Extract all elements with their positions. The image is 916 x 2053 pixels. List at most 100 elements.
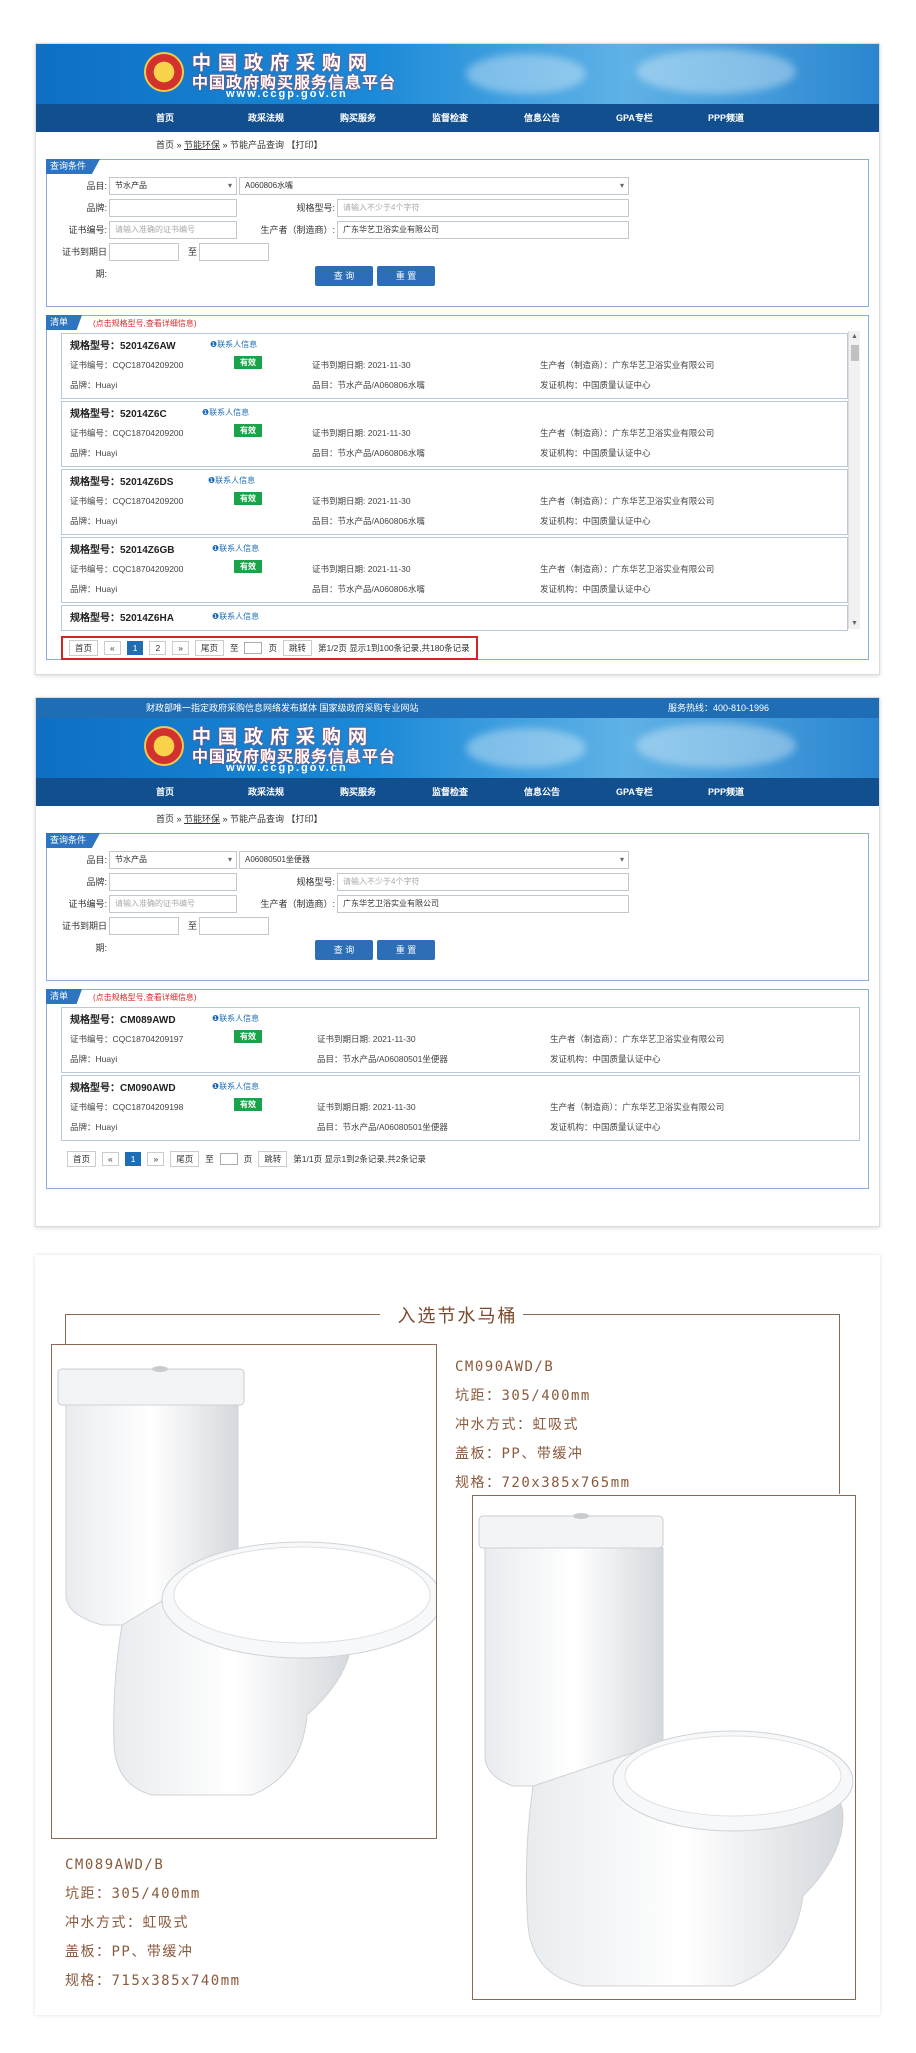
model-input[interactable]: 请输入不少于4个字符 [337,873,629,891]
nav-announcements[interactable]: 信息公告 [524,778,616,806]
item-model-link[interactable]: 规格型号：52014Z6HA [70,609,174,624]
scroll-down-icon[interactable]: ▼ [851,620,858,627]
pagination: 首页 « 1 » 尾页 至 页 跳转 第1/1页 显示1到2条记录,共2条记录 [61,1147,432,1171]
nav-services[interactable]: 购买服务 [340,104,432,132]
expire-from-input[interactable] [109,243,179,261]
search-button[interactable]: 查 询 [315,266,373,286]
contact-link[interactable]: ❶联系人信息 [210,339,257,350]
expire-from-input[interactable] [109,917,179,935]
nav-gpa[interactable]: GPA专栏 [616,778,708,806]
item-model-link[interactable]: 规格型号：52014Z6GB [70,541,174,556]
category-select[interactable]: 节水产品 [109,851,237,869]
expire-date: 证书到期日期: 2021-11-30 [317,1034,416,1044]
contact-link[interactable]: ❶联系人信息 [212,611,259,622]
reset-button[interactable]: 重 置 [377,940,435,960]
breadcrumb: 首页 » 节能环保 » 节能产品查询 【打印】 [36,132,879,159]
frame-right-rule [839,1314,840,1494]
maker-input[interactable]: 广东华艺卫浴实业有限公司 [337,895,629,913]
goto-pre: 至 [205,1154,214,1164]
brand-input[interactable] [109,199,237,217]
page-last[interactable]: 尾页 [170,1151,200,1167]
spec-cover: 盖板：PP、带缓冲 [455,1446,584,1462]
nav-ppp[interactable]: PPP频道 [708,778,800,806]
page-prev[interactable]: « [102,1152,119,1166]
cert-input[interactable]: 请输入准确的证书编号 [109,895,237,913]
item-model-link[interactable]: 规格型号：52014Z6C [70,405,167,420]
category-select[interactable]: 节水产品 [109,177,237,195]
subcategory-select[interactable]: A060806水嘴 [239,177,629,195]
expire-date: 证书到期日期: 2021-11-30 [312,496,411,506]
nav-home[interactable]: 首页 [156,778,248,806]
contact-link[interactable]: ❶联系人信息 [212,1081,259,1092]
page-next[interactable]: » [172,641,189,655]
expire-label: 证书到期日 [61,247,107,257]
contact-link[interactable]: ❶联系人信息 [212,1013,259,1024]
page-2[interactable]: 2 [149,641,167,655]
category-label: 品目: [86,855,107,865]
maker-label: 生产者（制造商）: [260,899,335,909]
crumb-link[interactable]: 节能环保 [184,140,220,150]
nav-services[interactable]: 购买服务 [340,778,432,806]
contact-link[interactable]: ❶联系人信息 [208,475,255,486]
cert-label: 证书编号: [68,899,107,909]
query-panel: 查询条件 品目: 节水产品 A06080501坐便器 品牌: 规格型号: 请输入… [46,833,869,981]
nav-gpa[interactable]: GPA专栏 [616,104,708,132]
crumb-link[interactable]: 节能环保 [184,814,220,824]
brand: 品牌：Huayi [70,1122,118,1132]
expire-to-input[interactable] [199,917,269,935]
nav-announcements[interactable]: 信息公告 [524,104,616,132]
item-model-link[interactable]: 规格型号：52014Z6AW [70,337,176,352]
item-model-link[interactable]: 规格型号：52014Z6DS [70,473,173,488]
scroll-up-icon[interactable]: ▲ [851,333,858,340]
crumb-home[interactable]: 首页 [156,140,174,150]
page-prev[interactable]: « [104,641,121,655]
list-scrollbar[interactable]: ▲ ▼ [848,331,860,629]
search-button[interactable]: 查 询 [315,940,373,960]
expire-to-input[interactable] [199,243,269,261]
cert-no: 证书编号：CQC18704209200 [70,496,184,506]
result-hint: (点击规格型号,查看详细信息) [93,993,197,1002]
page-last[interactable]: 尾页 [194,640,224,656]
query-panel-title: 查询条件 [46,833,101,848]
nav-regulations[interactable]: 政采法规 [248,104,340,132]
page-first[interactable]: 首页 [69,640,99,656]
item-model-link[interactable]: 规格型号：CM089AWD [70,1011,176,1026]
cert-no: 证书编号：CQC18704209200 [70,564,184,574]
subcategory-select[interactable]: A06080501坐便器 [239,851,629,869]
site-banner: 中国政府采购网 中国政府购买服务信息平台 www.ccgp.gov.cn [36,718,879,778]
page-next[interactable]: » [147,1152,165,1166]
crumb-sep: » [174,140,185,150]
nav-supervision[interactable]: 监督检查 [432,778,524,806]
nav-home[interactable]: 首页 [156,104,248,132]
nav-supervision[interactable]: 监督检查 [432,104,524,132]
goto-page-input[interactable] [244,642,263,654]
expire-to-label: 至 [187,921,197,931]
brand-input[interactable] [109,873,237,891]
jump-button[interactable]: 跳转 [258,1151,288,1167]
contact-link[interactable]: ❶联系人信息 [202,407,249,418]
result-list[interactable]: 规格型号：CM089AWD ❶联系人信息 证书编号：CQC18704209197… [51,1005,864,1143]
crumb-home[interactable]: 首页 [156,814,174,824]
jump-button[interactable]: 跳转 [283,640,313,656]
breadcrumb: 首页 » 节能环保 » 节能产品查询 【打印】 [36,806,879,833]
cert-input[interactable]: 请输入准确的证书编号 [109,221,237,239]
maker: 生产者（制造商）：广东华艺卫浴实业有限公司 [540,428,715,438]
reset-button[interactable]: 重 置 [377,266,435,286]
spec-flush: 冲水方式：虹吸式 [455,1417,579,1433]
item-model-link[interactable]: 规格型号：CM090AWD [70,1079,176,1094]
page-first[interactable]: 首页 [67,1151,97,1167]
spec-pit: 坑距：305/400mm [455,1388,591,1404]
maker-input[interactable]: 广东华艺卫浴实业有限公司 [337,221,629,239]
scrollbar-thumb[interactable] [851,345,859,361]
contact-link[interactable]: ❶联系人信息 [212,543,259,554]
cert-no: 证书编号：CQC18704209200 [70,360,184,370]
result-list[interactable]: 规格型号：52014Z6AW ❶联系人信息 证书编号：CQC1870420920… [51,331,864,631]
toilet-photo-cm089 [51,1344,437,1839]
nav-ppp[interactable]: PPP频道 [708,104,800,132]
site-url: www.ccgp.gov.cn [226,762,348,774]
page-1[interactable]: 1 [124,1152,142,1166]
nav-regulations[interactable]: 政采法规 [248,778,340,806]
model-input[interactable]: 请输入不少于4个字符 [337,199,629,217]
page-1[interactable]: 1 [126,641,144,655]
goto-page-input[interactable] [219,1153,238,1165]
